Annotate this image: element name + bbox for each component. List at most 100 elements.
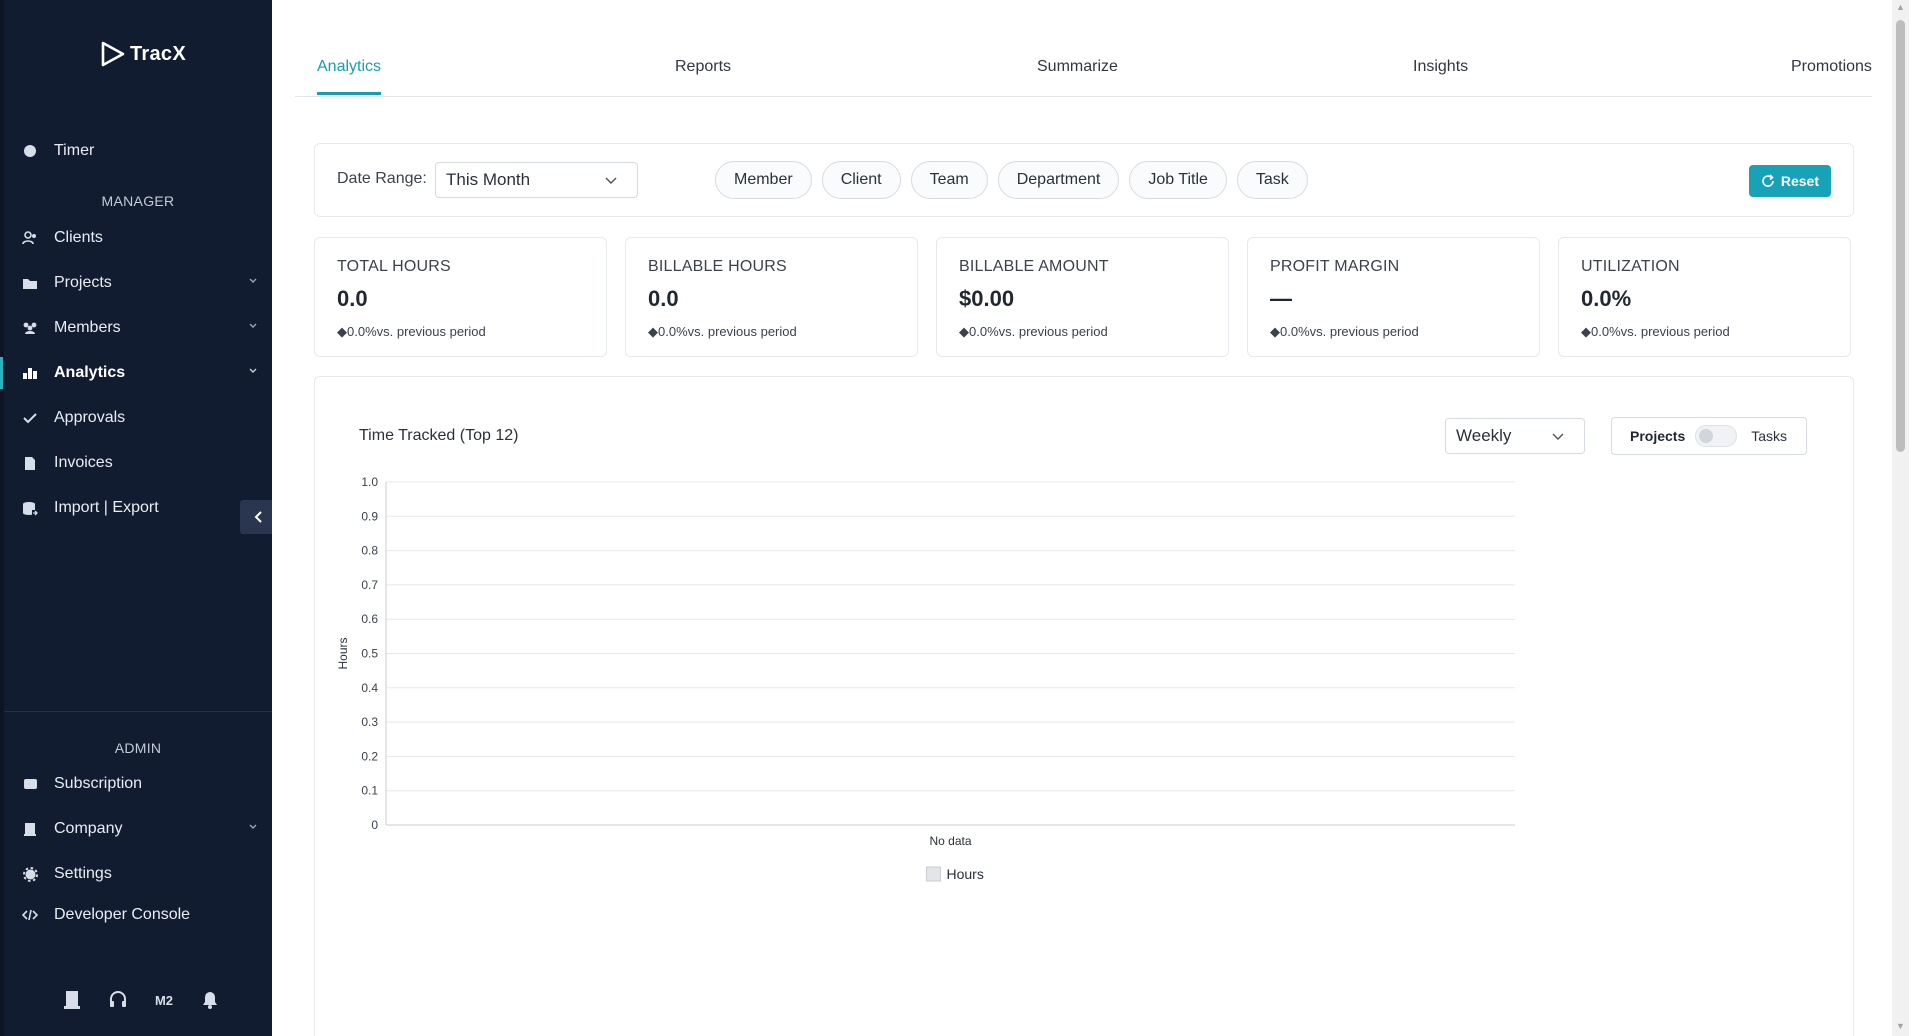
filter-bar: Date Range: This Month Member Client Tea… <box>314 143 1854 217</box>
scroll-down-arrow-icon[interactable]: ▼ <box>1896 1022 1905 1031</box>
scroll-thumb[interactable] <box>1896 20 1905 452</box>
chevron-left-icon <box>254 511 262 523</box>
building-icon[interactable] <box>60 988 84 1012</box>
sidebar-item-settings[interactable]: Settings <box>4 854 272 894</box>
gear-icon <box>22 866 38 882</box>
toggle-switch[interactable] <box>1695 425 1738 447</box>
tab-summarize[interactable]: Summarize <box>1037 58 1118 92</box>
sidebar-item-label: Approvals <box>54 409 126 426</box>
interval-select[interactable]: Weekly <box>1445 418 1585 454</box>
sidebar: TracX Timer MANAGER Clients Projects Mem… <box>0 0 276 1036</box>
sidebar-item-label: Settings <box>54 865 112 882</box>
filter-pill-task[interactable]: Task <box>1236 161 1308 199</box>
sidebar-item-label: Analytics <box>54 364 126 381</box>
y-tick-label: 0 <box>371 818 378 832</box>
tab-insights[interactable]: Insights <box>1413 58 1468 92</box>
users-icon <box>22 230 38 246</box>
chevron-down-icon <box>1552 433 1564 440</box>
sidebar-item-import-export[interactable]: Import | Export <box>4 488 272 528</box>
date-range-select[interactable]: This Month <box>435 162 638 198</box>
kpi-title: TOTAL HOURS <box>337 258 451 275</box>
kpi-delta: ◆0.0%vs. previous period <box>1270 324 1419 339</box>
sidebar-item-approvals[interactable]: Approvals <box>4 398 272 438</box>
sidebar-item-company[interactable]: Company <box>4 809 272 849</box>
tab-bar: Analytics Reports Summarize Insights Pro… <box>295 40 1872 97</box>
kpi-value: — <box>1270 286 1292 311</box>
sidebar-divider <box>4 711 272 712</box>
y-tick-label: 0.6 <box>361 612 378 626</box>
sidebar-item-invoices[interactable]: Invoices <box>4 443 272 483</box>
filter-pill-department[interactable]: Department <box>997 161 1120 199</box>
sidebar-item-label: Members <box>54 319 121 336</box>
kpi-value: 0.0 <box>337 286 368 311</box>
reset-label: Reset <box>1780 173 1819 189</box>
sidebar-item-label: Import | Export <box>54 499 159 516</box>
kpi-card-billable-hours: BILLABLE HOURS 0.0 ◆0.0%vs. previous per… <box>625 237 918 357</box>
y-tick-label: 0.8 <box>361 544 378 558</box>
kpi-delta: ◆0.0%vs. previous period <box>648 324 797 339</box>
chevron-down-icon <box>249 278 257 283</box>
bell-icon[interactable] <box>198 988 222 1012</box>
sidebar-item-label: Clients <box>54 229 103 246</box>
kpi-card-utilization: UTILIZATION 0.0% ◆0.0%vs. previous perio… <box>1558 237 1851 357</box>
app-logo[interactable]: TracX <box>100 40 186 68</box>
file-icon <box>22 455 38 471</box>
y-tick-label: 0.7 <box>361 578 378 592</box>
collapse-sidebar-button[interactable] <box>240 500 276 534</box>
play-logo-icon <box>101 41 125 67</box>
user-avatar[interactable]: M2 <box>152 988 176 1012</box>
page-scrollbar[interactable]: ▲ ▼ <box>1892 0 1909 1036</box>
kpi-card-total-hours: TOTAL HOURS 0.0 ◆0.0%vs. previous period <box>314 237 607 357</box>
projects-tasks-toggle[interactable]: Projects Tasks <box>1611 417 1807 455</box>
y-axis-label: Hours <box>336 637 350 669</box>
sidebar-item-label: Subscription <box>54 775 143 792</box>
tab-analytics[interactable]: Analytics <box>317 58 382 95</box>
legend-swatch <box>926 866 941 882</box>
time-tracked-chart-card: 0 0.1 0.2 0.3 0.4 0.5 0.6 0.7 0.8 0.9 1.0 No data Ho… <box>314 376 1854 1036</box>
legend-label: Hours <box>947 866 984 882</box>
kpi-delta: ◆0.0%vs. previous period <box>1581 324 1730 339</box>
kpi-card-billable-amount: BILLABLE AMOUNT $0.00 ◆0.0%vs. previous … <box>936 237 1229 357</box>
main-content: Analytics Reports Summarize Insights Pro… <box>272 0 1892 1036</box>
sidebar-item-members[interactable]: Members <box>4 308 272 348</box>
building-icon <box>22 821 38 837</box>
date-range-value: This Month <box>446 170 531 189</box>
sidebar-item-label: Company <box>54 820 123 837</box>
tab-promotions[interactable]: Promotions <box>1791 58 1872 92</box>
kpi-delta: ◆0.0%vs. previous period <box>959 324 1108 339</box>
filter-pill-member[interactable]: Member <box>715 161 812 199</box>
sidebar-item-developer-console[interactable]: Developer Console <box>4 895 272 935</box>
scroll-up-arrow-icon[interactable]: ▲ <box>1896 3 1905 12</box>
sidebar-item-projects[interactable]: Projects <box>4 263 272 303</box>
sidebar-item-timer[interactable]: Timer <box>4 131 272 171</box>
filter-pill-team[interactable]: Team <box>910 161 988 199</box>
kpi-title: UTILIZATION <box>1581 258 1680 275</box>
time-tracked-chart: 0 0.1 0.2 0.3 0.4 0.5 0.6 0.7 0.8 0.9 1.0 No data Ho… <box>336 475 1515 882</box>
y-tick-label: 1.0 <box>361 475 378 489</box>
kpi-value: 0.0% <box>1581 286 1632 311</box>
kpi-title: BILLABLE AMOUNT <box>959 258 1109 275</box>
tab-reports[interactable]: Reports <box>675 58 731 92</box>
sidebar-item-subscription[interactable]: Subscription <box>4 764 272 804</box>
sidebar-item-clients[interactable]: Clients <box>4 218 272 258</box>
refresh-icon <box>1762 174 1774 187</box>
sidebar-item-analytics[interactable]: Analytics <box>0 353 272 393</box>
dot-icon <box>22 143 38 159</box>
y-tick-label: 0.1 <box>361 784 378 798</box>
y-tick-label: 0.2 <box>361 749 378 763</box>
chevron-down-icon <box>605 177 617 184</box>
database-icon <box>22 500 38 516</box>
kpi-value: 0.0 <box>648 286 679 311</box>
code-icon <box>22 907 38 923</box>
y-tick-label: 0.3 <box>361 715 378 729</box>
kpi-value: $0.00 <box>959 286 1015 311</box>
reset-button[interactable]: Reset <box>1748 165 1831 197</box>
folder-icon <box>22 275 38 291</box>
toggle-label-projects[interactable]: Projects <box>1630 428 1685 444</box>
toggle-label-tasks[interactable]: Tasks <box>1751 428 1787 444</box>
filter-pill-job-title[interactable]: Job Title <box>1129 161 1227 199</box>
filter-pill-client[interactable]: Client <box>821 161 901 199</box>
filter-pills: Member Client Team Department Job Title … <box>715 161 1308 199</box>
y-tick-label: 0.5 <box>361 647 378 661</box>
headset-icon[interactable] <box>106 988 130 1012</box>
